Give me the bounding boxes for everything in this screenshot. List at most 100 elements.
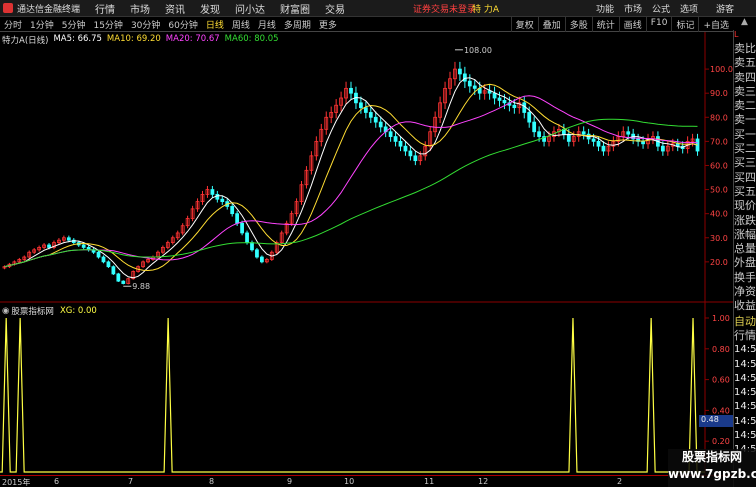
candle-body xyxy=(368,112,373,118)
candle-body xyxy=(230,206,235,215)
quote-label-17: 净资 xyxy=(734,285,756,299)
candle-body xyxy=(492,92,497,99)
candle-body xyxy=(260,256,264,263)
candle-body xyxy=(502,100,507,104)
candle-body xyxy=(532,121,537,133)
price-tick-label: 20.0 xyxy=(710,258,728,267)
quote-label-0: 卖比 xyxy=(734,42,756,55)
quote-label-4: 卖二 xyxy=(734,99,756,113)
candle-body xyxy=(472,85,477,89)
tick-time-6: 14:50 xyxy=(734,430,756,442)
tick-time-0: 14:50 xyxy=(734,344,756,356)
price-tick-label: 80.0 xyxy=(710,113,728,122)
date-label-10: 10 xyxy=(344,477,355,486)
quote-label-6: 买一 xyxy=(734,127,756,141)
indicator-legend: ◉ 股票指标网 XG: 0.00 xyxy=(2,305,97,317)
price-tick-label: 90.0 xyxy=(710,89,728,98)
quote-label-7: 买二 xyxy=(734,142,756,156)
quote-labels: 卖比 卖五 卖四 卖三 卖二 卖一 买一 买二 买三 买四 买五 现价 涨跌 涨幅 总量 外盘 换手 净资 收益 xyxy=(734,42,756,314)
quote-label-5: 卖一 xyxy=(734,113,756,127)
quote-label-18: 收益 xyxy=(734,299,756,313)
watermark-line1: 股票指标网 xyxy=(681,450,742,464)
quote-label: 行情 xyxy=(734,328,756,342)
candle-body xyxy=(96,251,101,258)
kline-chart[interactable]: 100.0 90.0 80.0 70.0 60.0 50.0 40.0 30.0 20.0 108… xyxy=(0,0,733,475)
price-tick-label: 60.0 xyxy=(710,161,728,170)
candle-body xyxy=(537,131,541,137)
indicator-name[interactable]: 股票指标网 xyxy=(11,305,54,317)
quote-label-11: 现价 xyxy=(734,199,756,213)
candle-body xyxy=(215,193,220,200)
candle-body xyxy=(591,138,596,142)
candle-body xyxy=(467,80,472,87)
candle-body xyxy=(121,280,126,284)
candle-body xyxy=(512,104,517,109)
quote-panel: L 卖比 卖五 卖四 卖三 卖二 卖一 买一 买二 买三 买四 买五 现价 涨跌 涨幅 总量 外盘 换手 净资 收益… xyxy=(733,30,756,487)
price-tick-label: 40.0 xyxy=(710,210,728,219)
date-axis: 2015年 6 7 8 9 10 11 12 2 xyxy=(0,475,733,487)
candle-body xyxy=(106,261,111,268)
price-tick-label: 70.0 xyxy=(710,137,728,146)
candle-body xyxy=(527,112,532,123)
candle-body xyxy=(522,102,527,113)
candle-body xyxy=(403,145,408,152)
candle-body xyxy=(462,73,467,82)
quote-label-2: 卖四 xyxy=(734,70,756,84)
quote-label-1: 卖五 xyxy=(734,56,756,70)
quote-label-14: 总量 xyxy=(734,242,756,256)
date-label-6: 6 xyxy=(54,477,60,486)
candle-body xyxy=(235,213,240,224)
candle-body xyxy=(398,140,403,147)
tick-time-1: 14:50 xyxy=(734,358,756,370)
candle-body xyxy=(255,249,259,258)
candle-body xyxy=(601,145,606,152)
quote-label-15: 外盘 xyxy=(734,256,756,270)
date-label-9: 9 xyxy=(287,477,293,486)
auto-label[interactable]: 自动 xyxy=(734,315,756,329)
indicator-current-value: 0.48 xyxy=(699,415,733,427)
date-label-8: 8 xyxy=(209,477,215,486)
candle-body xyxy=(373,116,378,123)
ind-tick-label: 0.80 xyxy=(712,345,730,354)
ind-tick-label: 0.20 xyxy=(712,437,730,446)
candle-body xyxy=(240,222,244,234)
quote-label-12: 涨跌 xyxy=(734,213,756,227)
candle-body xyxy=(660,145,665,152)
candle-body xyxy=(245,232,249,243)
indicator-layer xyxy=(0,317,705,473)
price-tick-label: 100.0 xyxy=(710,65,733,74)
tick-times: 14:5014:5014:5014:5014:5014:5014:5014:50 xyxy=(734,343,756,457)
ma-layer xyxy=(4,77,698,279)
candle-body xyxy=(359,102,363,109)
panel-collapse-icon[interactable]: ▲ xyxy=(733,17,756,30)
candle-body xyxy=(210,189,215,195)
date-label-12: 12 xyxy=(478,477,489,486)
quote-label-13: 涨幅 xyxy=(734,227,756,241)
quote-label-16: 换手 xyxy=(734,270,756,284)
candle-body xyxy=(363,107,368,113)
tick-time-3: 14:50 xyxy=(734,387,756,399)
quote-label-10: 买五 xyxy=(734,184,756,198)
quote-label-3: 卖三 xyxy=(734,84,756,98)
candle-body xyxy=(408,150,413,157)
indicator-menu-icon[interactable]: ◉ xyxy=(2,306,9,316)
candle-body xyxy=(566,133,571,142)
candle-body xyxy=(47,244,51,248)
panel-header: L xyxy=(734,30,739,39)
ind-tick-label: 1.00 xyxy=(712,314,730,323)
candle-body xyxy=(349,87,353,94)
candle-body xyxy=(641,140,645,145)
date-label-7: 7 xyxy=(128,477,134,486)
grid-layer xyxy=(0,32,733,475)
date-label-11: 11 xyxy=(424,477,435,486)
indicator-value: XG: 0.00 xyxy=(59,306,97,316)
quote-label-8: 买三 xyxy=(734,156,756,170)
candle-body xyxy=(250,242,254,251)
candle-body xyxy=(393,136,398,142)
candle-body xyxy=(596,140,601,147)
date-label-year: 2015年 xyxy=(2,478,31,487)
candle-body xyxy=(220,198,225,203)
candle-body xyxy=(497,97,502,101)
tick-time-2: 14:50 xyxy=(734,372,756,384)
quote-label-9: 买四 xyxy=(734,170,756,184)
